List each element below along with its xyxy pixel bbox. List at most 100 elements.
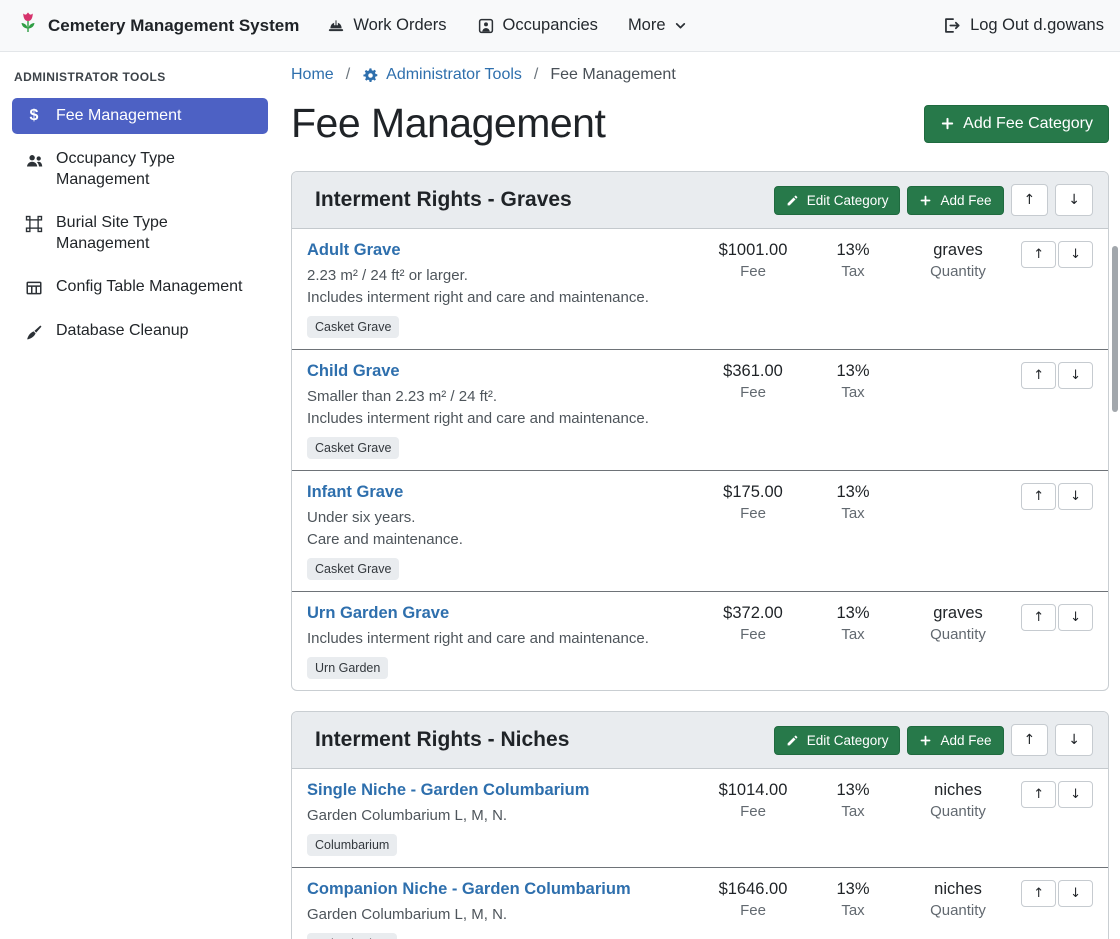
move-fee-down-button[interactable]: ↓: [1058, 483, 1093, 510]
logout-icon: [942, 16, 961, 35]
fee-name-link[interactable]: Child Grave: [307, 362, 400, 381]
scrollbar-thumb[interactable]: [1112, 246, 1118, 412]
fee-name-link[interactable]: Urn Garden Grave: [307, 604, 449, 623]
fee-name-link[interactable]: Companion Niche - Garden Columbarium: [307, 880, 631, 899]
fee-reorder-buttons: ↑ ↓: [1025, 604, 1093, 631]
fee-category-card-niches: Interment Rights - Niches Edit Category: [291, 711, 1109, 939]
add-fee-label: Add Fee: [940, 193, 991, 208]
move-fee-down-button[interactable]: ↓: [1058, 241, 1093, 268]
breadcrumb-administrator-tools[interactable]: Administrator Tools: [362, 66, 522, 84]
fee-amount-label: Fee: [703, 505, 803, 522]
fee-info: Companion Niche - Garden Columbarium Gar…: [307, 880, 703, 939]
fee-quantity-value: graves: [903, 604, 1013, 623]
fee-tax-label: Tax: [803, 384, 903, 401]
fee-amount-value: $1646.00: [703, 880, 803, 899]
category-title: Interment Rights - Graves: [307, 188, 774, 212]
fee-reorder-buttons: ↑ ↓: [1025, 781, 1093, 808]
sidebar-item-label: Occupancy Type Management: [56, 149, 256, 190]
fee-description: 2.23 m² / 24 ft² or larger.: [307, 265, 695, 287]
fee-tax-label: Tax: [803, 263, 903, 280]
fee-row: Child Grave Smaller than 2.23 m² / 24 ft…: [292, 349, 1108, 470]
brand-title: Cemetery Management System: [48, 16, 299, 36]
add-fee-label: Add Fee: [940, 733, 991, 748]
nav-more-dropdown[interactable]: More: [628, 16, 687, 35]
move-category-up-button[interactable]: ↑: [1011, 724, 1049, 756]
sidebar-item-config-table-management[interactable]: Config Table Management: [12, 269, 268, 305]
add-fee-button[interactable]: Add Fee: [907, 726, 1003, 755]
move-fee-up-button[interactable]: ↑: [1021, 483, 1056, 510]
brand-home-link[interactable]: Cemetery Management System: [16, 11, 299, 40]
dollar-icon: $: [24, 108, 44, 124]
move-fee-down-button[interactable]: ↓: [1058, 362, 1093, 389]
fee-quantity-label: Quantity: [903, 263, 1013, 280]
move-category-down-button[interactable]: ↓: [1055, 724, 1093, 756]
move-fee-up-button[interactable]: ↑: [1021, 604, 1056, 631]
category-title: Interment Rights - Niches: [307, 728, 774, 752]
fee-name-link[interactable]: Infant Grave: [307, 483, 403, 502]
fee-quantity-label: Quantity: [903, 626, 1013, 643]
sidebar-item-database-cleanup[interactable]: Database Cleanup: [12, 313, 268, 350]
edit-category-button[interactable]: Edit Category: [774, 186, 901, 215]
fee-reorder-buttons: ↑ ↓: [1025, 483, 1093, 510]
fee-amount-column: $1646.00 Fee: [703, 880, 803, 919]
breadcrumb-home[interactable]: Home: [291, 66, 334, 84]
fee-description: Includes interment right and care and ma…: [307, 408, 695, 430]
fee-row: Adult Grave 2.23 m² / 24 ft² or larger. …: [292, 229, 1108, 349]
move-fee-down-button[interactable]: ↓: [1058, 880, 1093, 907]
fee-info: Child Grave Smaller than 2.23 m² / 24 ft…: [307, 362, 703, 459]
fee-quantity-column: niches Quantity: [903, 880, 1013, 919]
move-fee-up-button[interactable]: ↑: [1021, 880, 1056, 907]
sidebar-item-label: Config Table Management: [56, 277, 243, 297]
add-fee-category-label: Add Fee Category: [963, 115, 1093, 133]
fee-amount-column: $1001.00 Fee: [703, 241, 803, 280]
fee-tax-column: 13% Tax: [803, 781, 903, 820]
logout-link[interactable]: Log Out d.gowans: [942, 16, 1104, 35]
fee-amount-value: $372.00: [703, 604, 803, 623]
fee-amount-value: $1001.00: [703, 241, 803, 260]
chevron-down-icon: [674, 19, 687, 32]
nav-work-orders-label: Work Orders: [353, 16, 446, 35]
move-fee-up-button[interactable]: ↑: [1021, 241, 1056, 268]
move-fee-up-button[interactable]: ↑: [1021, 781, 1056, 808]
fee-tax-column: 13% Tax: [803, 483, 903, 522]
fee-reorder-buttons: ↑ ↓: [1025, 880, 1093, 907]
fee-description: Garden Columbarium L, M, N.: [307, 904, 695, 926]
move-category-down-button[interactable]: ↓: [1055, 184, 1093, 216]
logout-label: Log Out d.gowans: [970, 16, 1104, 35]
fee-row: Infant Grave Under six years. Care and m…: [292, 470, 1108, 591]
fee-tag-badge: Columbarium: [307, 834, 397, 856]
edit-category-button[interactable]: Edit Category: [774, 726, 901, 755]
fee-tax-label: Tax: [803, 626, 903, 643]
fee-amount-label: Fee: [703, 626, 803, 643]
move-fee-down-button[interactable]: ↓: [1058, 781, 1093, 808]
nav-work-orders[interactable]: Work Orders: [327, 16, 446, 35]
move-fee-up-button[interactable]: ↑: [1021, 362, 1056, 389]
sidebar-heading: Administrator Tools: [14, 70, 268, 84]
fee-amount-value: $361.00: [703, 362, 803, 381]
fee-tax-value: 13%: [803, 880, 903, 899]
fee-row: Urn Garden Grave Includes interment righ…: [292, 591, 1108, 690]
sidebar-item-fee-management[interactable]: $ Fee Management: [12, 98, 268, 134]
nav-occupancies[interactable]: Occupancies: [477, 16, 598, 35]
move-fee-down-button[interactable]: ↓: [1058, 604, 1093, 631]
add-fee-category-button[interactable]: Add Fee Category: [924, 105, 1109, 143]
add-fee-button[interactable]: Add Fee: [907, 186, 1003, 215]
fee-name-link[interactable]: Single Niche - Garden Columbarium: [307, 781, 589, 800]
fee-quantity-column: [903, 483, 1013, 486]
fee-tax-value: 13%: [803, 781, 903, 800]
fee-description: Garden Columbarium L, M, N.: [307, 805, 695, 827]
fee-name-link[interactable]: Adult Grave: [307, 241, 401, 260]
fee-tag-badge: Urn Garden: [307, 657, 388, 679]
fee-quantity-column: graves Quantity: [903, 241, 1013, 280]
fee-quantity-column: niches Quantity: [903, 781, 1013, 820]
breadcrumb: Home / Administrator Tools / Fee Managem…: [291, 66, 1109, 84]
sidebar-item-occupancy-type-management[interactable]: Occupancy Type Management: [12, 141, 268, 198]
fee-quantity-value: niches: [903, 781, 1013, 800]
fee-info: Adult Grave 2.23 m² / 24 ft² or larger. …: [307, 241, 703, 338]
pencil-icon: [786, 194, 799, 207]
fee-row: Single Niche - Garden Columbarium Garden…: [292, 769, 1108, 867]
category-header: Interment Rights - Graves Edit Category: [292, 172, 1108, 229]
primary-nav: Work Orders Occupancies More: [327, 16, 686, 35]
sidebar-item-burial-site-type-management[interactable]: Burial Site Type Management: [12, 205, 268, 262]
move-category-up-button[interactable]: ↑: [1011, 184, 1049, 216]
